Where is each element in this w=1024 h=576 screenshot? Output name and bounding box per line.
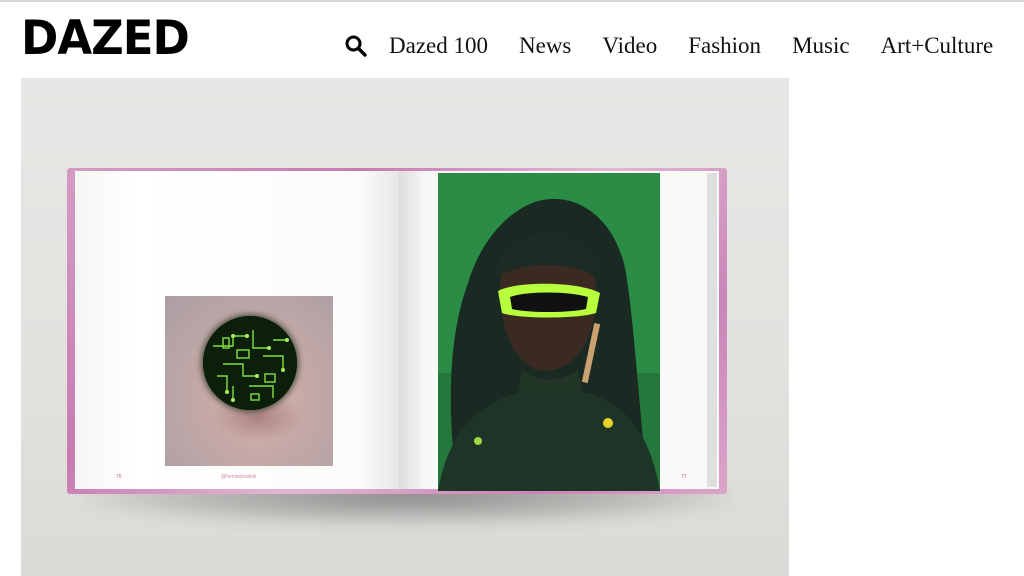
- portrait-photo-green-sunglasses: [438, 173, 660, 491]
- hero-image-open-book[interactable]: 76 @hemaxbowlsk 77: [21, 78, 789, 576]
- main-nav: Dazed 100 News Video Fashion Music Art+C…: [343, 26, 993, 66]
- nav-item-dazed-100[interactable]: Dazed 100: [389, 26, 488, 66]
- nav-item-music[interactable]: Music: [792, 26, 850, 66]
- circuit-lens-image: [203, 316, 297, 410]
- left-page-number: 76: [116, 474, 122, 480]
- nav-item-art-culture[interactable]: Art+Culture: [881, 26, 994, 66]
- nav-item-fashion[interactable]: Fashion: [688, 26, 761, 66]
- left-page-caption: @hemaxbowlsk: [221, 474, 257, 480]
- book-page-edges: [707, 173, 717, 487]
- right-page-number: 77: [681, 474, 687, 480]
- nav-item-video[interactable]: Video: [602, 26, 657, 66]
- dazed-logo[interactable]: DAZED: [21, 11, 190, 65]
- nav-item-news[interactable]: News: [519, 26, 571, 66]
- top-border: [0, 0, 1024, 2]
- circuit-eye-photo: [165, 296, 333, 466]
- search-icon[interactable]: [343, 33, 369, 59]
